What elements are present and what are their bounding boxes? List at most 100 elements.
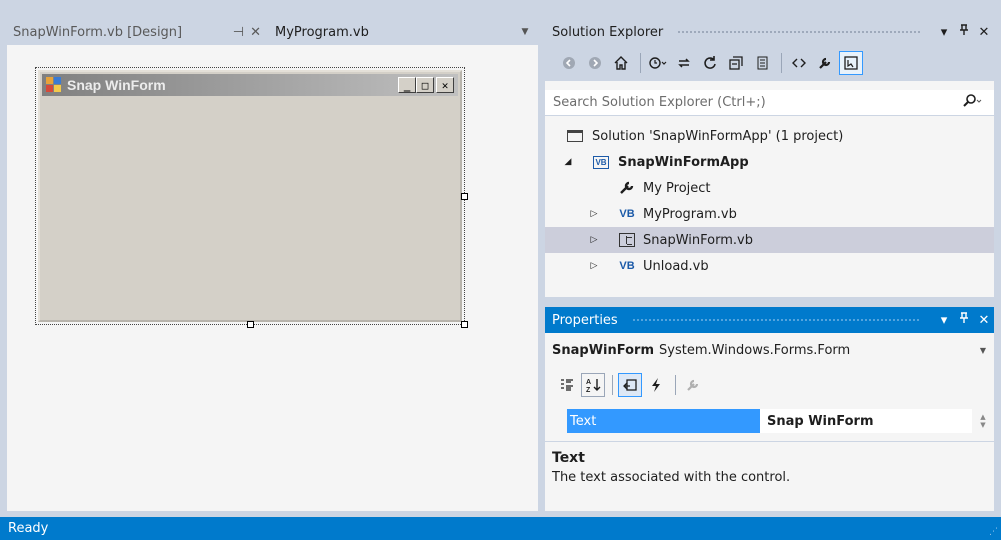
minimize-button[interactable]: _ xyxy=(398,77,416,93)
chevron-down-icon[interactable]: ▼ xyxy=(980,346,986,355)
form-icon xyxy=(618,232,636,248)
winform-titlebar[interactable]: Snap WinForm _ □ ✕ xyxy=(42,74,458,96)
tree-item-my-project[interactable]: My Project xyxy=(545,175,994,201)
events-lightning-icon[interactable] xyxy=(644,373,668,397)
winform-title: Snap WinForm xyxy=(67,77,166,93)
toolbar-separator xyxy=(675,375,676,395)
panel-title: Solution Explorer xyxy=(552,24,664,40)
status-bar: Ready ⋰ xyxy=(0,517,1001,540)
sync-icon[interactable] xyxy=(672,51,696,75)
search-icon[interactable] xyxy=(962,93,982,112)
description-text: The text associated with the control. xyxy=(552,470,791,485)
show-all-files-icon[interactable] xyxy=(750,51,774,75)
grid-gutter xyxy=(545,409,567,433)
property-description: Text The text associated with the contro… xyxy=(545,441,994,511)
scrollbar[interactable]: ▲ ▼ xyxy=(972,409,994,433)
tree-item-snapwinform[interactable]: ▷ SnapWinForm.vb xyxy=(545,227,994,253)
winform-window[interactable]: Snap WinForm _ □ ✕ xyxy=(38,70,462,322)
tree-item-label: SnapWinFormApp xyxy=(618,154,749,170)
tree-item-label: Unload.vb xyxy=(643,258,709,274)
vb-file-icon: VB xyxy=(619,260,635,272)
solution-explorer-panel: Solution Explorer ▾ ✕ Search Solution Ex… xyxy=(545,19,994,297)
object-selector[interactable]: SnapWinForm System.Windows.Forms.Form ▼ xyxy=(545,337,994,363)
refresh-icon[interactable] xyxy=(698,51,722,75)
history-icon[interactable] xyxy=(646,51,670,75)
pin-icon[interactable] xyxy=(954,312,974,328)
wrench-icon xyxy=(618,180,636,196)
tab-snapwinform-design[interactable]: SnapWinForm.vb [Design] ⊣ ✕ xyxy=(7,19,267,45)
description-title: Text xyxy=(552,450,585,466)
winform-caption-buttons: _ □ ✕ xyxy=(398,77,454,93)
solution-explorer-titlebar[interactable]: Solution Explorer ▾ ✕ xyxy=(545,19,994,45)
tree-item-label: SnapWinForm.vb xyxy=(643,232,753,248)
svg-text:Z: Z xyxy=(586,387,591,393)
toolbar-separator xyxy=(781,53,782,73)
solution-tree: Solution 'SnapWinFormApp' (1 project) ◢ … xyxy=(545,123,994,279)
tab-label: MyProgram.vb xyxy=(275,24,369,40)
title-grip xyxy=(631,317,920,323)
object-name: SnapWinForm xyxy=(552,342,654,358)
view-code-icon[interactable] xyxy=(787,51,811,75)
tree-item-label: Solution 'SnapWinFormApp' (1 project) xyxy=(592,128,844,144)
property-name[interactable]: Text xyxy=(567,409,760,433)
close-icon[interactable]: ✕ xyxy=(974,25,994,40)
tree-item-label: My Project xyxy=(643,180,711,196)
pin-icon[interactable]: ⊣ xyxy=(233,25,244,40)
forward-icon[interactable] xyxy=(583,51,607,75)
resize-handle-right[interactable] xyxy=(461,193,468,200)
search-placeholder: Search Solution Explorer (Ctrl+;) xyxy=(553,95,766,110)
tree-item-unload[interactable]: ▷ VB Unload.vb xyxy=(545,253,994,279)
pin-icon[interactable] xyxy=(954,24,974,40)
app-icon xyxy=(46,77,62,93)
solution-icon xyxy=(566,128,584,144)
chevron-down-icon[interactable]: ▾ xyxy=(934,313,954,328)
preview-icon[interactable] xyxy=(839,51,863,75)
tree-item-project[interactable]: ◢ VB SnapWinFormApp xyxy=(545,149,994,175)
close-button[interactable]: ✕ xyxy=(436,77,454,93)
property-grid-row[interactable]: Text Snap WinForm ▲ ▼ xyxy=(545,409,994,433)
back-icon[interactable] xyxy=(557,51,581,75)
search-input[interactable]: Search Solution Explorer (Ctrl+;) xyxy=(545,90,994,116)
svg-text:A: A xyxy=(586,379,591,386)
tree-item-myprogram[interactable]: ▷ VB MyProgram.vb xyxy=(545,201,994,227)
close-icon[interactable]: ✕ xyxy=(974,313,994,328)
properties-icon[interactable] xyxy=(813,51,837,75)
expander-collapsed-icon[interactable]: ▷ xyxy=(588,261,600,271)
expander-collapsed-icon[interactable]: ▷ xyxy=(588,235,600,245)
alphabetical-icon[interactable]: AZ xyxy=(581,373,605,397)
toolbar-separator xyxy=(640,53,641,73)
form-selection-frame[interactable]: Snap WinForm _ □ ✕ xyxy=(35,67,468,328)
tab-list-dropdown-icon[interactable]: ▼ xyxy=(518,19,532,45)
vb-file-icon: VB xyxy=(619,208,635,220)
property-value[interactable]: Snap WinForm xyxy=(760,409,972,433)
property-pages-icon[interactable] xyxy=(681,373,705,397)
chevron-down-icon[interactable]: ▾ xyxy=(934,25,954,40)
vb-project-icon: VB xyxy=(593,155,609,169)
toolbar-separator xyxy=(612,375,613,395)
tab-myprogram[interactable]: MyProgram.vb xyxy=(269,19,419,45)
properties-panel: Properties ▾ ✕ SnapWinForm System.Window… xyxy=(545,307,994,511)
properties-toolbar: AZ xyxy=(545,369,994,401)
object-type: System.Windows.Forms.Form xyxy=(659,342,851,358)
form-designer-surface[interactable]: Snap WinForm _ □ ✕ xyxy=(7,45,538,511)
maximize-button[interactable]: □ xyxy=(416,77,434,93)
tree-item-label: MyProgram.vb xyxy=(643,206,737,222)
collapse-all-icon[interactable] xyxy=(724,51,748,75)
close-icon[interactable]: ✕ xyxy=(250,25,261,40)
panel-title: Properties xyxy=(552,312,618,328)
title-grip xyxy=(677,29,920,35)
properties-view-icon[interactable] xyxy=(618,373,642,397)
tab-label: SnapWinForm.vb [Design] xyxy=(13,24,183,40)
categorized-icon[interactable] xyxy=(555,373,579,397)
resize-grip-icon[interactable]: ⋰ xyxy=(989,527,998,537)
resize-handle-bottom[interactable] xyxy=(247,321,254,328)
status-text: Ready xyxy=(8,521,49,536)
properties-titlebar[interactable]: Properties ▾ ✕ xyxy=(545,307,994,333)
home-icon[interactable] xyxy=(609,51,633,75)
document-tabstrip: SnapWinForm.vb [Design] ⊣ ✕ MyProgram.vb… xyxy=(7,19,538,45)
resize-handle-corner[interactable] xyxy=(461,321,468,328)
expander-collapsed-icon[interactable]: ▷ xyxy=(588,209,600,219)
solution-explorer-toolbar xyxy=(545,45,994,81)
expander-expanded-icon[interactable]: ◢ xyxy=(562,157,574,167)
tree-item-solution[interactable]: Solution 'SnapWinFormApp' (1 project) xyxy=(545,123,994,149)
